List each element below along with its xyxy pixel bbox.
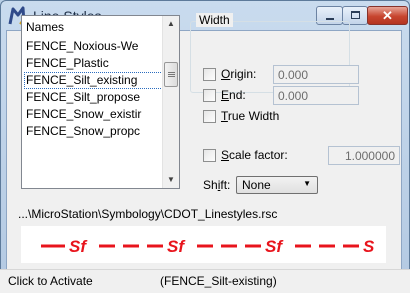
origin-field[interactable]: 0.000 (273, 65, 359, 84)
maximize-icon (351, 11, 360, 19)
end-mnemonic: E (221, 88, 230, 102)
shift-label: Shift: (203, 178, 230, 192)
names-list-items: FENCE_Noxious-We FENCE_Plastic FENCE_Sil… (24, 38, 163, 140)
shift-dropdown-value: None (242, 178, 271, 192)
grip-line (168, 74, 175, 75)
scale-factor-label: Scale factor: (221, 148, 288, 162)
end-field[interactable]: 0.000 (273, 86, 359, 105)
scrollbar-thumb[interactable] (164, 62, 178, 87)
scroll-down-arrow-icon[interactable]: ▼ (163, 172, 179, 188)
origin-label: Origin: (221, 67, 256, 81)
list-item[interactable]: FENCE_Plastic (24, 55, 163, 72)
true-width-mnemonic: T (221, 109, 228, 123)
scale-factor-field[interactable]: 1.000000 (328, 146, 400, 165)
grip-line (168, 72, 175, 73)
list-item[interactable]: FENCE_Noxious-We (24, 38, 163, 55)
names-list-header: Names (26, 20, 65, 34)
width-group-label: Width (196, 13, 233, 27)
scale-factor-mnemonic: S (221, 148, 230, 162)
close-icon: ✕ (382, 8, 393, 23)
preview-svg: Sf Sf Sf S (41, 237, 375, 256)
shift-label-pre: Sh (203, 178, 218, 192)
list-item[interactable]: FENCE_Snow_propc (24, 123, 163, 140)
line-style-preview: Sf Sf Sf S (21, 226, 386, 263)
true-width-label-rest: rue Width (227, 109, 280, 123)
grip-line (168, 76, 175, 77)
scale-factor-checkbox[interactable] (203, 149, 216, 162)
list-item[interactable]: FENCE_Silt_propose (24, 89, 163, 106)
preview-symbol-sf: Sf (265, 237, 284, 256)
names-listbox[interactable]: Names FENCE_Noxious-We FENCE_Plastic FEN… (21, 15, 180, 189)
close-button[interactable]: ✕ (367, 6, 408, 25)
minimize-icon (326, 18, 334, 20)
list-item[interactable]: FENCE_Snow_existir (24, 106, 163, 123)
origin-checkbox[interactable] (203, 68, 216, 81)
preview-symbol-end: S (363, 237, 375, 256)
true-width-label: True Width (221, 109, 279, 123)
preview-symbol-sf: Sf (167, 237, 186, 256)
status-right-text: (FENCE_Silt-existing) (160, 274, 277, 288)
shift-dropdown[interactable]: None ▼ (236, 176, 318, 194)
file-path: ...\MicroStation\Symbology\CDOT_Linestyl… (18, 207, 278, 221)
chevron-down-icon: ▼ (303, 179, 311, 188)
end-label: End: (221, 88, 246, 102)
scroll-up-arrow-icon[interactable]: ▲ (163, 16, 179, 32)
end-checkbox[interactable] (203, 89, 216, 102)
end-label-rest: nd: (229, 88, 246, 102)
status-left-text: Click to Activate (8, 274, 93, 288)
origin-mnemonic: O (221, 67, 231, 81)
preview-symbol-sf: Sf (69, 237, 88, 256)
true-width-checkbox[interactable] (203, 110, 216, 123)
status-bar: Click to Activate (FENCE_Silt-existing) (0, 269, 410, 293)
origin-label-rest: rigin: (230, 67, 257, 81)
list-item-selected[interactable]: FENCE_Silt_existing (24, 72, 163, 89)
scale-factor-label-rest: cale factor: (229, 148, 288, 162)
shift-label-rest: ft: (220, 178, 231, 192)
names-list-scrollbar[interactable]: ▲ ▼ (162, 16, 179, 188)
